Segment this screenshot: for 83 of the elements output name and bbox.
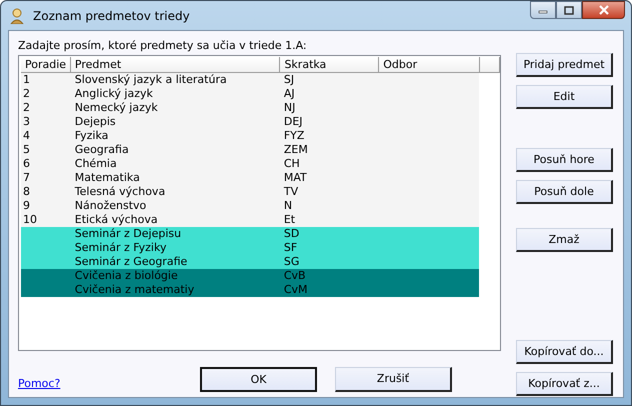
table-cell: DEJ <box>284 115 303 128</box>
table-cell: MAT <box>284 171 307 184</box>
action-button[interactable]: Zmaž <box>516 228 613 252</box>
table-cell: 2 <box>23 87 30 100</box>
column-header <box>480 57 500 73</box>
table-cell: Etická výchova <box>74 213 158 226</box>
table-cell: Matematika <box>74 171 140 184</box>
table-cell: Geografia <box>74 143 129 156</box>
copy-button[interactable]: Kopírovať z... <box>516 372 613 396</box>
table-row[interactable]: Seminár z Fyziky SF <box>21 241 479 255</box>
table-row[interactable]: 7 Matematika MAT <box>21 171 479 185</box>
minimize-button[interactable] <box>530 1 556 19</box>
window-title: Zoznam predmetov triedy <box>33 8 190 22</box>
action-button[interactable]: Edit <box>516 85 613 109</box>
dialog-button[interactable]: Zrušiť <box>335 366 452 392</box>
table-row[interactable]: Seminár z Dejepisu SD <box>21 227 479 241</box>
table-cell: AJ <box>284 87 295 100</box>
table-cell: Slovenský jazyk a literatúra <box>74 73 227 86</box>
table-cell: Chémia <box>74 157 117 170</box>
table-cell: CH <box>284 157 300 170</box>
close-button[interactable] <box>582 1 625 19</box>
table-cell: 4 <box>23 129 30 142</box>
table-cell: NJ <box>284 101 296 114</box>
table-cell: Et <box>284 213 296 226</box>
table-cell: 9 <box>23 199 30 212</box>
table-cell: 5 <box>23 143 30 156</box>
table-row[interactable]: 5 Geografia ZEM <box>21 143 479 157</box>
table-cell: Fyzika <box>74 129 108 142</box>
table-cell: SD <box>284 227 300 240</box>
table-row[interactable]: 2 Nemecký jazyk NJ <box>21 101 479 115</box>
table-cell: ZEM <box>284 143 308 156</box>
close-icon <box>598 5 610 15</box>
subject-list[interactable] <box>18 55 501 351</box>
table-cell: 10 <box>23 213 37 226</box>
table-cell: Telesná výchova <box>74 185 166 198</box>
table-cell: Seminár z Fyziky <box>74 241 166 254</box>
table-row[interactable]: 6 Chémia CH <box>21 157 479 171</box>
table-cell: 7 <box>23 171 30 184</box>
table-cell: Nánoženstvo <box>74 199 146 212</box>
table-cell: 2 <box>23 101 30 114</box>
action-button[interactable]: Pridaj predmet <box>516 53 613 77</box>
table-row[interactable]: 10 Etická výchova Et <box>21 213 479 227</box>
table-cell: SJ <box>284 73 294 86</box>
maximize-icon <box>564 6 574 14</box>
dialog-button[interactable]: OK <box>200 366 317 392</box>
table-row[interactable]: Cvičenia z biológie CvB <box>21 269 479 283</box>
table-cell: Seminár z Dejepisu <box>74 227 182 240</box>
table-cell: Seminár z Geografie <box>74 255 188 268</box>
table-row[interactable]: 3 Dejepis DEJ <box>21 115 479 129</box>
table-cell: FYZ <box>284 129 304 142</box>
help-link[interactable]: Pomoc? <box>18 376 200 390</box>
table-cell: TV <box>284 185 298 198</box>
person-icon <box>9 8 25 24</box>
table-cell: Nemecký jazyk <box>74 101 158 114</box>
table-row[interactable]: Cvičenia z matematiy CvM <box>21 283 479 297</box>
table-cell: 3 <box>23 115 30 128</box>
table-cell: 6 <box>23 157 30 170</box>
table-cell: SG <box>284 255 300 268</box>
table-cell: CvB <box>284 269 306 282</box>
action-button[interactable]: Posuň dole <box>516 180 613 204</box>
copy-button[interactable]: Kopírovať do... <box>516 340 613 364</box>
table-row[interactable]: 4 Fyzika FYZ <box>21 129 479 143</box>
column-header[interactable]: Skratka <box>280 57 380 73</box>
column-header[interactable]: Poradie <box>21 57 71 73</box>
instruction-text: Zadajte prosím, ktoré predmety sa učia v triede 1.A: <box>18 38 308 53</box>
table-cell: N <box>284 199 292 212</box>
table-cell: Cvičenia z biológie <box>74 269 178 282</box>
table-row[interactable]: 1 Slovenský jazyk a literatúra SJ <box>21 73 479 87</box>
table-row[interactable]: 8 Telesná výchova TV <box>21 185 479 199</box>
table-cell: 1 <box>23 73 30 86</box>
action-button[interactable]: Posuň hore <box>516 148 613 172</box>
table-cell: Dejepis <box>74 115 116 128</box>
column-header[interactable]: Predmet <box>70 57 280 73</box>
maximize-button[interactable] <box>556 1 582 19</box>
table-cell: 8 <box>23 185 30 198</box>
table-row[interactable]: 9 Nánoženstvo N <box>21 199 479 213</box>
table-cell: Cvičenia z matematiy <box>74 283 194 296</box>
table-cell: CvM <box>284 283 308 296</box>
table-row[interactable]: 2 Anglický jazyk AJ <box>21 87 479 101</box>
column-header[interactable]: Odbor <box>379 57 480 73</box>
table-cell: SF <box>284 241 298 254</box>
table-row[interactable]: Seminár z Geografie SG <box>21 255 479 269</box>
table-cell: Anglický jazyk <box>74 87 153 100</box>
